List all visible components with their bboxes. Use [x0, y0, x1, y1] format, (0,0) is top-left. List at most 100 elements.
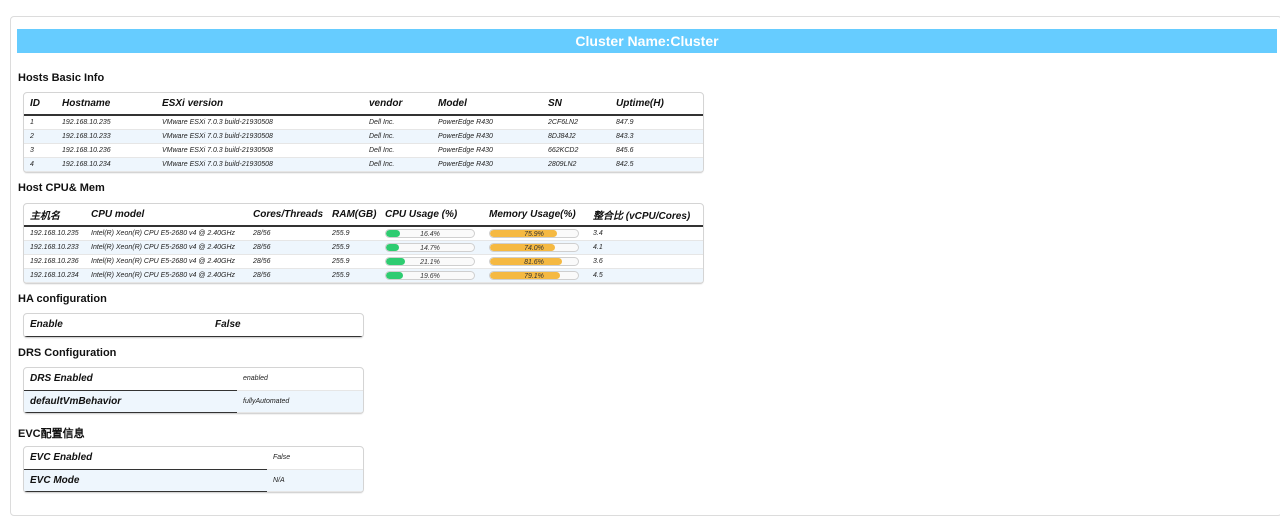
evc-mode-value: N/A: [267, 469, 363, 492]
cell-vendor: Dell Inc.: [363, 129, 432, 144]
cell-cpu-model: Intel(R) Xeon(R) CPU E5-2680 v4 @ 2.40GH…: [85, 240, 247, 255]
cell-uptime: 847.9: [610, 115, 703, 130]
cell-uptime: 842.5: [610, 157, 703, 172]
cell-uptime: 843.3: [610, 129, 703, 144]
cell-sn: 2809LN2: [542, 157, 610, 172]
cell-cores-threads: 28/56: [247, 254, 326, 269]
table-row: EVC Enabled False: [24, 447, 363, 470]
cell-cpu-model: Intel(R) Xeon(R) CPU E5-2680 v4 @ 2.40GH…: [85, 254, 247, 269]
cell-ratio: 3.6: [587, 254, 703, 269]
cell-ram: 255.9: [326, 254, 379, 269]
evc-config-table: EVC Enabled False EVC Mode N/A: [24, 447, 363, 492]
table-row: Enable False: [24, 314, 363, 337]
cell-sn: 8DJ84J2: [542, 129, 610, 144]
drs-enabled-key: DRS Enabled: [24, 368, 237, 391]
table-row: 1 192.168.10.235 VMware ESXi 7.0.3 build…: [24, 115, 703, 130]
table-row: defaultVmBehavior fullyAutomated: [24, 390, 363, 413]
cell-id: 4: [24, 157, 56, 172]
cell-ram: 255.9: [326, 268, 379, 283]
cell-hostname: 192.168.10.233: [56, 129, 156, 144]
table-row: DRS Enabled enabled: [24, 368, 363, 391]
cell-vendor: Dell Inc.: [363, 157, 432, 172]
cell-esxi-version: VMware ESXi 7.0.3 build-21930508: [156, 143, 363, 158]
cpu-usage-label: 16.4%: [420, 230, 440, 238]
memory-usage-bar: 81.6%: [489, 256, 579, 266]
cell-vendor: Dell Inc.: [363, 115, 432, 130]
cell-ratio: 4.5: [587, 268, 703, 283]
cell-esxi-version: VMware ESXi 7.0.3 build-21930508: [156, 157, 363, 172]
cell-id: 2: [24, 129, 56, 144]
cpu-usage-bar: 16.4%: [385, 228, 475, 238]
table-header-row: ID Hostname ESXi version vendor Model SN…: [24, 93, 703, 116]
ha-enable-key: Enable: [24, 314, 209, 337]
cpu-mem-table: 主机名 CPU model Cores/Threads RAM(GB) CPU …: [24, 204, 703, 283]
cell-hostname: 192.168.10.235: [24, 226, 85, 241]
memory-usage-bar: 79.1%: [489, 270, 579, 280]
table-row: EVC Mode N/A: [24, 469, 363, 492]
cell-hostname: 192.168.10.236: [24, 254, 85, 269]
cell-sn: 662KCD2: [542, 143, 610, 158]
cell-hostname: 192.168.10.233: [24, 240, 85, 255]
column-header-hostname: 主机名: [24, 204, 85, 227]
cpu-usage-bar: 21.1%: [385, 256, 475, 266]
cell-cpu-usage: 14.7%: [379, 240, 483, 255]
cell-cores-threads: 28/56: [247, 268, 326, 283]
table-row: 192.168.10.235 Intel(R) Xeon(R) CPU E5-2…: [24, 226, 703, 241]
cell-cpu-usage: 19.6%: [379, 268, 483, 283]
cell-model: PowerEdge R430: [432, 143, 542, 158]
section-title-cpu-mem: Host CPU& Mem: [18, 182, 105, 194]
cell-id: 3: [24, 143, 56, 158]
section-title-hosts-basic: Hosts Basic Info: [18, 72, 105, 84]
hosts-basic-table: ID Hostname ESXi version vendor Model SN…: [24, 93, 703, 172]
column-header-uptime: Uptime(H): [610, 93, 703, 116]
cell-memory-usage: 79.1%: [483, 268, 587, 283]
cell-cores-threads: 28/56: [247, 226, 326, 241]
memory-usage-bar: 75.9%: [489, 228, 579, 238]
table-row: 192.168.10.236 Intel(R) Xeon(R) CPU E5-2…: [24, 254, 703, 269]
section-title-drs: DRS Configuration: [18, 347, 117, 359]
drs-enabled-value: enabled: [237, 368, 363, 391]
cell-model: PowerEdge R430: [432, 157, 542, 172]
table-row: 2 192.168.10.233 VMware ESXi 7.0.3 build…: [24, 129, 703, 144]
cell-vendor: Dell Inc.: [363, 143, 432, 158]
cell-esxi-version: VMware ESXi 7.0.3 build-21930508: [156, 129, 363, 144]
cell-ratio: 4.1: [587, 240, 703, 255]
cell-hostname: 192.168.10.236: [56, 143, 156, 158]
table-row: 3 192.168.10.236 VMware ESXi 7.0.3 build…: [24, 143, 703, 158]
cell-cpu-model: Intel(R) Xeon(R) CPU E5-2680 v4 @ 2.40GH…: [85, 268, 247, 283]
drs-config-box: DRS Enabled enabled defaultVmBehavior fu…: [23, 367, 364, 414]
cell-sn: 2CF6LN2: [542, 115, 610, 130]
cell-model: PowerEdge R430: [432, 115, 542, 130]
cell-model: PowerEdge R430: [432, 129, 542, 144]
cell-id: 1: [24, 115, 56, 130]
memory-usage-label: 79.1%: [524, 272, 544, 280]
ha-config-box: Enable False: [23, 313, 364, 338]
memory-usage-label: 74.0%: [524, 244, 544, 252]
cpu-mem-table-box: 主机名 CPU model Cores/Threads RAM(GB) CPU …: [23, 203, 704, 284]
cell-hostname: 192.168.10.234: [56, 157, 156, 172]
drs-default-vm-behavior-value: fullyAutomated: [237, 390, 363, 413]
cell-memory-usage: 75.9%: [483, 226, 587, 241]
memory-usage-bar: 74.0%: [489, 242, 579, 252]
drs-default-vm-behavior-key: defaultVmBehavior: [24, 390, 237, 413]
evc-enabled-key: EVC Enabled: [24, 447, 267, 470]
cell-cpu-usage: 21.1%: [379, 254, 483, 269]
table-row: 192.168.10.233 Intel(R) Xeon(R) CPU E5-2…: [24, 240, 703, 255]
evc-config-box: EVC Enabled False EVC Mode N/A: [23, 446, 364, 493]
column-header-model: Model: [432, 93, 542, 116]
column-header-memory-usage: Memory Usage(%): [483, 204, 587, 227]
column-header-esxi-version: ESXi version: [156, 93, 363, 116]
section-title-ha: HA configuration: [18, 293, 107, 305]
cell-ram: 255.9: [326, 226, 379, 241]
cell-cpu-model: Intel(R) Xeon(R) CPU E5-2680 v4 @ 2.40GH…: [85, 226, 247, 241]
column-header-cores-threads: Cores/Threads: [247, 204, 326, 227]
cpu-usage-bar: 19.6%: [385, 270, 475, 280]
cpu-usage-bar: 14.7%: [385, 242, 475, 252]
evc-mode-key: EVC Mode: [24, 469, 267, 492]
hosts-basic-table-box: ID Hostname ESXi version vendor Model SN…: [23, 92, 704, 173]
column-header-sn: SN: [542, 93, 610, 116]
column-header-cpu-model: CPU model: [85, 204, 247, 227]
cell-esxi-version: VMware ESXi 7.0.3 build-21930508: [156, 115, 363, 130]
column-header-id: ID: [24, 93, 56, 116]
cell-cores-threads: 28/56: [247, 240, 326, 255]
